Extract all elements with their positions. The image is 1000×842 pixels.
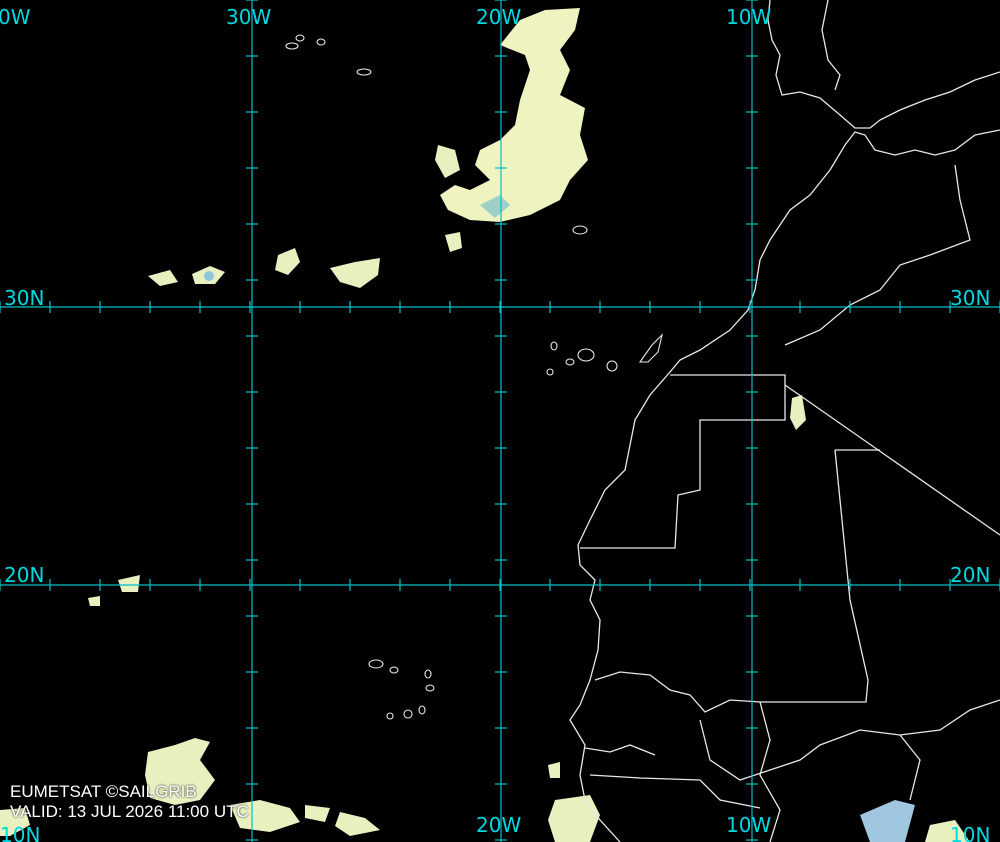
lon-label-20w: 20W <box>476 5 521 29</box>
source-credit: EUMETSAT ©SAILGRIB <box>10 782 197 801</box>
satellite-map: 0W 30W 20W 10W 30N 30N 20N 20N 20W 10W 1… <box>0 0 1000 842</box>
lon-label-10w-bottom: 10W <box>726 813 771 837</box>
lat-label-10n-right: 10N <box>950 823 990 842</box>
lon-label-20w-bottom: 20W <box>476 813 521 837</box>
lat-label-30n-right: 30N <box>950 286 990 310</box>
lat-label-20n-right: 20N <box>950 563 990 587</box>
cloud-core-blue <box>204 271 214 281</box>
valid-time: VALID: 13 JUL 2026 11:00 UTC <box>10 802 249 821</box>
lat-label-20n-left: 20N <box>4 563 44 587</box>
lon-label-30w: 30W <box>226 5 271 29</box>
credit-block: EUMETSAT ©SAILGRIB VALID: 13 JUL 2026 11… <box>10 782 249 822</box>
cloud-patch-south <box>548 795 600 842</box>
map-background <box>0 0 1000 842</box>
lat-label-10n-left: 10N <box>0 823 40 842</box>
lat-label-30n-left: 30N <box>4 286 44 310</box>
lon-label-10w: 10W <box>726 5 771 29</box>
lon-label-edge: 0W <box>0 5 31 29</box>
